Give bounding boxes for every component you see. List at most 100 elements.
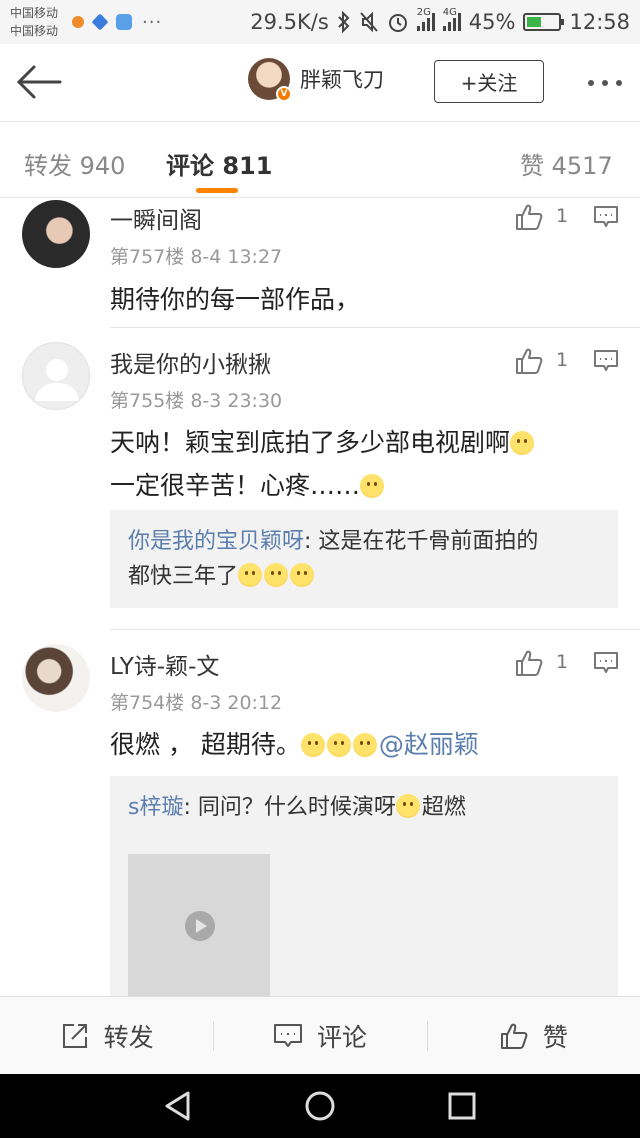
play-icon[interactable]: [185, 911, 215, 941]
commenter-name[interactable]: 一瞬间阁: [110, 201, 202, 235]
like-button[interactable]: 赞: [426, 997, 640, 1074]
laugh-emoji-icon: [300, 733, 325, 757]
battery-percent: 45%: [468, 10, 516, 34]
tab-comments-count: 811: [222, 152, 273, 180]
default-avatar-icon[interactable]: [22, 342, 90, 410]
smile-emoji-icon: [290, 563, 315, 587]
nav-back-icon[interactable]: [162, 1090, 194, 1122]
comment-button[interactable]: 评论: [213, 997, 426, 1074]
rolling-eyes-emoji-icon: [326, 733, 351, 757]
reply-author[interactable]: 你是我的宝贝颖呀: [128, 529, 304, 554]
like-icon[interactable]: [514, 202, 544, 232]
reply-text: 超燃: [421, 795, 466, 820]
comment-time: 8-3 20:12: [190, 692, 283, 714]
carrier-2: 中国移动: [10, 24, 59, 38]
verified-badge-icon: V: [276, 86, 292, 102]
reply-text: : 这是在花千骨前面拍的: [304, 529, 539, 554]
carrier-info: 中国移动 中国移动: [10, 4, 58, 40]
comment-text: 期待你的每一部作品，: [110, 285, 361, 314]
net-speed: 29.5K/s: [250, 10, 329, 34]
tab-likes[interactable]: 赞 4517: [520, 146, 613, 181]
status-bar: 中国移动 中国移动 ··· 29.5K/s 2G 4G 45% 12:58: [0, 0, 640, 44]
comment-list[interactable]: 一瞬间阁 第757楼 8-4 13:27 期待你的每一部作品， 1 我是你的小揪…: [0, 198, 640, 996]
thumbs-up-icon: [500, 1023, 528, 1049]
carrier-1: 中国移动: [10, 6, 59, 20]
author-avatar[interactable]: V: [248, 58, 292, 102]
weibo-notification-icon: [72, 16, 85, 28]
comment-icon: [273, 1023, 302, 1047]
action-bar: 转发 评论 赞: [0, 996, 640, 1074]
author-profile[interactable]: V 胖颖飞刀: [248, 58, 384, 102]
reply-author[interactable]: s梓璇: [128, 795, 183, 820]
comment-label: 评论: [316, 1022, 367, 1052]
tab-likes-count: 4517: [551, 152, 613, 180]
comment-floor: 第754楼: [110, 692, 185, 714]
reply-icon[interactable]: [593, 650, 619, 676]
commenter-name[interactable]: 我是你的小揪揪: [110, 345, 271, 379]
comment-text-line: 很燃 ， 超期待。: [110, 730, 301, 759]
like-label: 赞: [542, 1022, 568, 1052]
comment-item: 我是你的小揪揪 第755楼 8-3 23:30 天呐！颖宝到底拍了多少部电视剧啊…: [0, 328, 640, 630]
signal-4g-icon: 4G: [442, 7, 461, 31]
like-count: 1: [556, 651, 569, 673]
repost-label: 转发: [103, 1022, 154, 1052]
author-name[interactable]: 胖颖飞刀: [300, 64, 384, 94]
mention-link[interactable]: @赵丽颖: [379, 730, 479, 759]
like-count: 1: [556, 349, 569, 371]
reply-box[interactable]: s梓璇: 同问？什么时候演呀 超燃: [110, 776, 618, 996]
system-nav-bar: [0, 1074, 640, 1138]
alarm-icon: [388, 14, 407, 32]
mute-icon: [360, 11, 378, 33]
commenter-avatar[interactable]: [22, 644, 90, 712]
reply-box[interactable]: 你是我的宝贝颖呀: 这是在花千骨前面拍的 都快三年了: [110, 510, 618, 608]
video-thumbnail[interactable]: [128, 854, 270, 996]
tab-repost-label: 转发: [24, 152, 72, 180]
comment-floor: 第755楼: [110, 390, 185, 412]
app2-notification-icon: [116, 14, 133, 30]
tab-comments[interactable]: 评论 811: [166, 146, 272, 181]
worried-emoji-icon: [510, 431, 535, 455]
comment-floor: 第757楼: [110, 246, 185, 268]
commenter-name[interactable]: LY诗-颖-文: [110, 647, 219, 681]
comment-time: 8-3 23:30: [190, 390, 283, 412]
app-notification-icon: [91, 13, 109, 31]
tab-comments-label: 评论: [166, 152, 214, 180]
comment-text-line: 一定很辛苦！心疼……: [110, 471, 361, 500]
bluetooth-icon: [338, 11, 350, 33]
reply-text: : 同问？什么时候演呀: [183, 795, 396, 820]
nav-recents-icon[interactable]: [446, 1090, 478, 1122]
notification-icons: ···: [72, 12, 162, 33]
back-arrow-icon[interactable]: [16, 64, 62, 100]
top-nav: V 胖颖飞刀 +关注: [0, 44, 640, 122]
like-count: 1: [556, 205, 569, 227]
clock: 12:58: [569, 10, 630, 34]
more-notifications-icon: ···: [142, 11, 163, 33]
repost-button[interactable]: 转发: [0, 997, 213, 1074]
comment-text-line: 天呐！颖宝到底拍了多少部电视剧啊: [110, 428, 511, 457]
signal-2g-icon: 2G: [416, 7, 435, 31]
tab-repost-count: 940: [79, 152, 126, 180]
follow-button[interactable]: +关注: [434, 60, 544, 103]
smirk-emoji-icon: [238, 563, 263, 587]
rolling-eyes-emoji-icon: [360, 474, 385, 498]
comment-meta: 第754楼 8-3 20:12: [110, 688, 282, 715]
active-tab-indicator: [196, 188, 238, 193]
comment-item: 一瞬间阁 第757楼 8-4 13:27 期待你的每一部作品， 1: [0, 198, 640, 328]
like-icon[interactable]: [514, 346, 544, 376]
reply-icon[interactable]: [593, 348, 619, 374]
comment-meta: 第755楼 8-3 23:30: [110, 386, 282, 413]
more-options-icon[interactable]: [588, 80, 622, 86]
laugh-emoji-icon: [264, 563, 289, 587]
repost-icon: [62, 1023, 87, 1048]
comment-meta: 第757楼 8-4 13:27: [110, 242, 282, 269]
rolling-eyes-emoji-icon: [352, 733, 377, 757]
battery-icon: [523, 13, 565, 31]
like-icon[interactable]: [514, 648, 544, 678]
tab-repost[interactable]: 转发 940: [24, 146, 125, 181]
commenter-avatar[interactable]: [22, 200, 90, 268]
nav-home-icon[interactable]: [304, 1090, 336, 1122]
reply-icon[interactable]: [593, 204, 619, 230]
comment-item: LY诗-颖-文 第754楼 8-3 20:12 很燃 ， 超期待。 @赵丽颖 1 …: [0, 630, 640, 996]
reply-text: 都快三年了: [128, 564, 239, 589]
tab-bar: 转发 940 评论 811 赞 4517: [0, 122, 640, 198]
